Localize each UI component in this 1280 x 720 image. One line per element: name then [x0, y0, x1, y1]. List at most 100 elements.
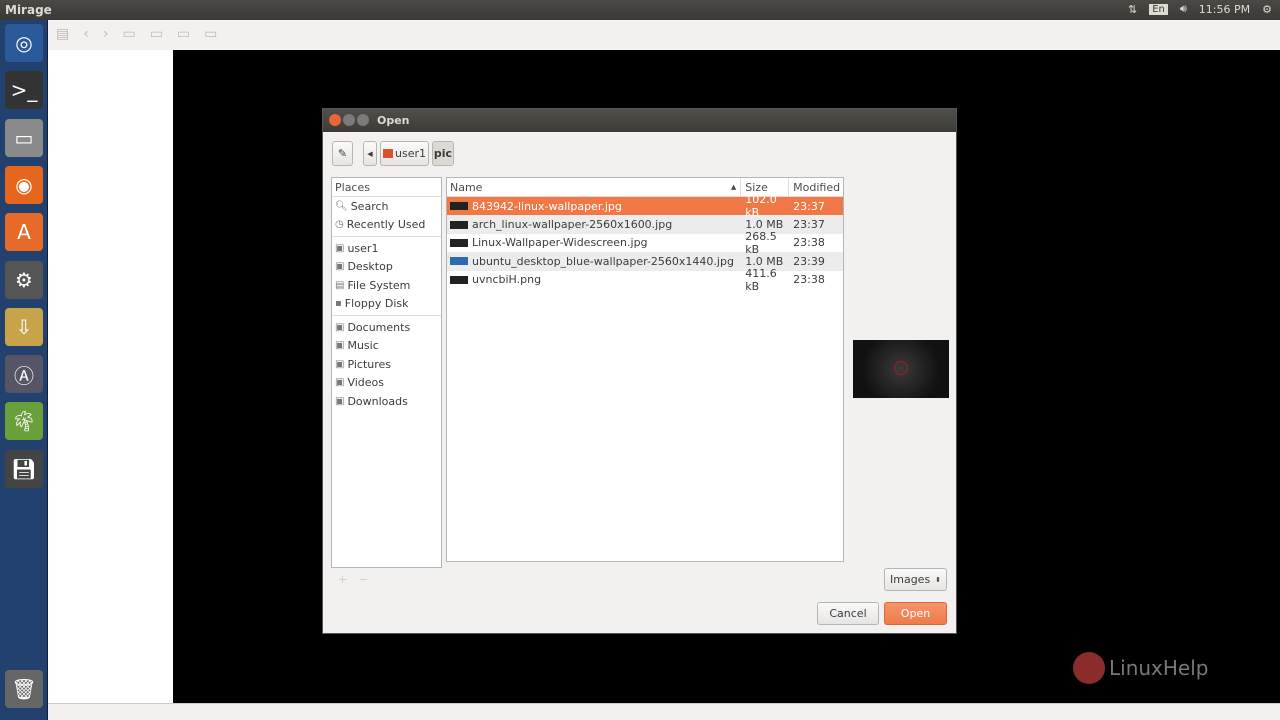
folder-icon: ▣	[335, 377, 345, 389]
back-icon[interactable]: ‹	[83, 26, 89, 44]
mirage-toolbar: ▤ ‹ › ▭ ▭ ▭ ▭	[48, 20, 1280, 50]
separator	[332, 315, 441, 316]
path-user1-button[interactable]: user1	[380, 141, 429, 166]
drive-icon: ▤	[335, 279, 345, 291]
folder-icon: ▣	[335, 395, 345, 407]
properties-icon[interactable]: ▤	[56, 26, 69, 44]
settings-icon[interactable]: ⚙	[5, 260, 43, 299]
place-label: Videos	[347, 376, 385, 390]
file-name: uvncbiH.png	[472, 273, 542, 287]
place-item[interactable]: ▪ Floppy Disk	[332, 295, 441, 314]
image-thumbnail-icon	[450, 238, 468, 247]
place-item[interactable]: ▣ Downloads	[332, 392, 441, 411]
update-icon[interactable]: Ⓐ	[5, 355, 43, 394]
column-modified[interactable]: Modified	[789, 178, 843, 196]
path-label: user1	[395, 147, 426, 160]
zoom-in-icon[interactable]: ▭	[122, 26, 135, 44]
open-button[interactable]: Open	[884, 602, 947, 625]
status-bar	[48, 703, 1280, 720]
ubuntu-icon[interactable]: ◎	[5, 24, 43, 62]
save-icon[interactable]: 💾︎	[5, 449, 43, 488]
remove-bookmark-icon[interactable]: −	[359, 573, 368, 586]
sort-ascending-icon: ▲	[730, 183, 737, 191]
watermark-text: LinuxHelp	[1109, 656, 1209, 680]
place-item[interactable]: ◷ Recently Used	[332, 216, 441, 235]
folder-icon: ▣	[335, 340, 345, 352]
place-item[interactable]: ▣ Videos	[332, 374, 441, 393]
keyboard-icon[interactable]: En	[1149, 3, 1168, 15]
forward-icon[interactable]: ›	[103, 26, 109, 44]
file-name: Linux-Wallpaper-Widescreen.jpg	[472, 236, 648, 250]
file-name-cell: 843942-linux-wallpaper.jpg	[447, 200, 741, 213]
terminal-icon[interactable]: >_	[5, 71, 43, 110]
file-modified: 23:37	[793, 218, 825, 232]
app-title: Mirage	[5, 3, 52, 17]
search-icon: 🔍︎	[335, 200, 348, 212]
file-modified: 23:38	[793, 273, 825, 287]
column-name[interactable]: Name ▲	[447, 178, 742, 196]
place-item[interactable]: ▣ Desktop	[332, 258, 441, 277]
image-thumbnail-icon	[450, 257, 468, 266]
file-name: 843942-linux-wallpaper.jpg	[472, 199, 622, 213]
place-label: Music	[347, 339, 379, 353]
software-center-icon[interactable]: A	[5, 213, 43, 252]
file-row[interactable]: uvncbiH.png 411.6 kB 23:38	[447, 267, 843, 293]
archive-icon[interactable]: ⇩	[5, 307, 43, 346]
file-modified: 23:37	[793, 199, 825, 213]
home-folder-icon: ▣	[335, 242, 345, 254]
path-pic-button[interactable]: pic	[432, 141, 454, 166]
home-folder-icon	[383, 149, 393, 158]
desktop-icon: ▣	[335, 261, 345, 273]
place-label: Downloads	[347, 394, 408, 408]
file-size: 102.0 kB	[745, 193, 777, 220]
cancel-button[interactable]: Cancel	[817, 602, 879, 625]
file-modified: 23:39	[793, 254, 825, 268]
trash-icon[interactable]: 🗑︎	[5, 670, 43, 708]
zoom-100-icon[interactable]: ▭	[204, 26, 217, 44]
volume-icon[interactable]: 🔊︎	[1180, 2, 1187, 16]
zoom-fit-icon[interactable]: ▭	[177, 26, 190, 44]
filter-value: Images	[890, 573, 931, 586]
place-label: File System	[347, 278, 411, 292]
file-name: ubuntu_desktop_blue-wallpaper-2560x1440.…	[472, 254, 734, 268]
place-item[interactable]: ▣ Music	[332, 337, 441, 356]
file-list: Name ▲ Size Modified 843942-linux-wallpap…	[446, 177, 844, 562]
watermark: LinuxHelp	[1073, 652, 1208, 684]
place-item[interactable]: ▤ File System	[332, 276, 441, 295]
place-label: Search	[350, 199, 389, 213]
image-preview	[853, 340, 949, 398]
place-item[interactable]: ▣ user1	[332, 239, 441, 258]
image-thumbnail-icon	[450, 202, 468, 211]
file-name-cell: Linux-Wallpaper-Widescreen.jpg	[447, 236, 741, 249]
network-icon[interactable]: ⇅	[1128, 3, 1137, 16]
column-label: Name	[450, 180, 483, 194]
file-row[interactable]: Linux-Wallpaper-Widescreen.jpg 268.5 kB 23…	[447, 230, 843, 256]
file-size: 411.6 kB	[745, 266, 777, 293]
pencil-icon: ✎	[337, 147, 348, 160]
place-item[interactable]: ▣ Documents	[332, 318, 441, 337]
thumbnail-pane	[48, 50, 173, 703]
file-row[interactable]: 843942-linux-wallpaper.jpg 102.0 kB 23:37	[447, 193, 843, 219]
maximize-icon[interactable]	[357, 114, 369, 126]
floppy-icon: ▪	[335, 298, 342, 310]
place-item[interactable]: 🔍︎ Search	[332, 197, 441, 216]
recent-icon: ◷	[335, 219, 344, 231]
places-header: Places	[332, 178, 441, 197]
places-pane: Places 🔍︎ Search ◷ Recently Used ▣ user1 ▣ Desk…	[331, 177, 442, 568]
path-back-button[interactable]: ◀	[363, 141, 377, 166]
place-item[interactable]: ▣ Pictures	[332, 355, 441, 374]
launcher: ◎ >_ ▭ ◉ A ⚙ ⇩ Ⓐ 🌴︎ 💾︎ 🗑︎	[0, 20, 48, 720]
zoom-out-icon[interactable]: ▭	[150, 26, 163, 44]
clock[interactable]: 11:56 PM	[1199, 3, 1250, 16]
power-icon[interactable]: ⚙	[1262, 3, 1272, 16]
files-icon[interactable]: ▭	[5, 118, 43, 157]
close-icon[interactable]	[329, 114, 341, 126]
add-bookmark-icon[interactable]: +	[338, 573, 347, 586]
type-location-button[interactable]: ✎	[332, 141, 353, 166]
top-panel: Mirage ⇅ En 🔊︎ 11:56 PM ⚙	[0, 0, 1280, 20]
file-filter-select[interactable]: Images ⬍	[884, 568, 947, 591]
minimize-icon[interactable]	[343, 114, 355, 126]
firefox-icon[interactable]: ◉	[5, 165, 43, 204]
mirage-icon[interactable]: 🌴︎	[5, 402, 43, 441]
file-name-cell: uvncbiH.png	[447, 273, 741, 286]
